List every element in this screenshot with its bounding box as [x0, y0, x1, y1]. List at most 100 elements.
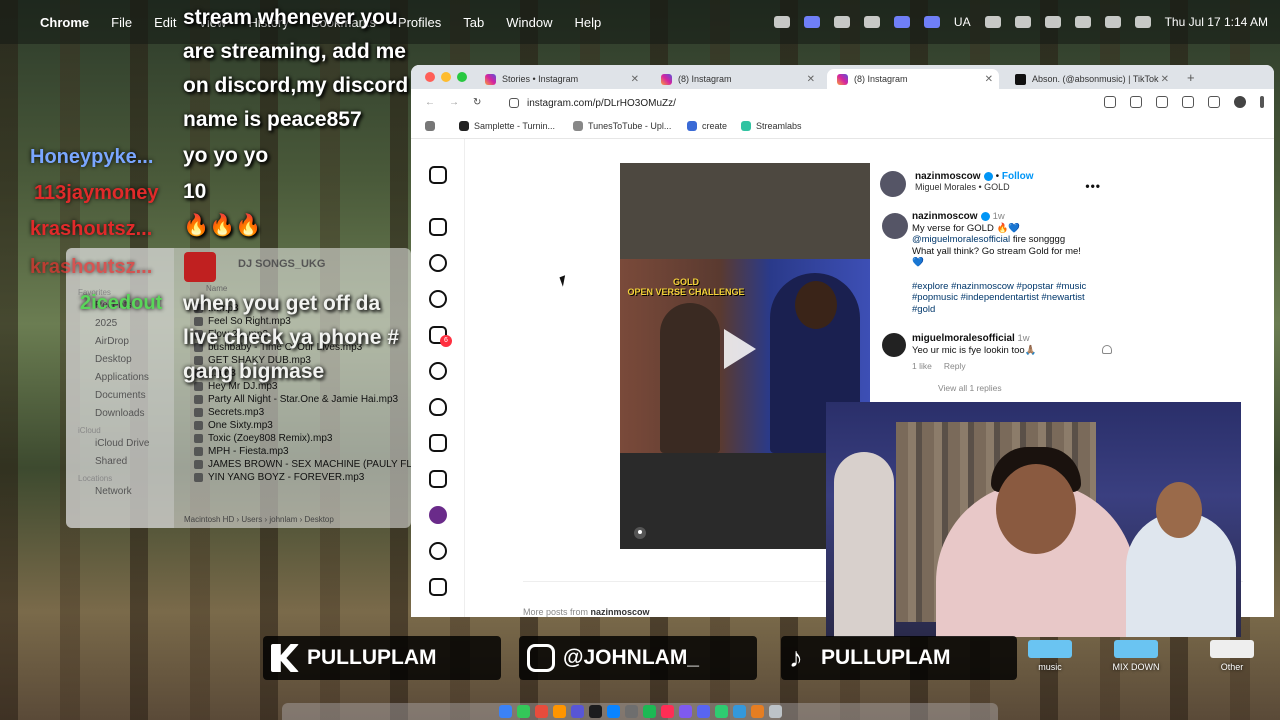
sidebar-item-recents[interactable]: Recents — [95, 300, 174, 311]
column-header-name[interactable]: Name — [206, 284, 227, 293]
file-row[interactable]: Hey Mr DJ.mp3 — [194, 380, 411, 393]
reply-button[interactable]: Reply — [944, 361, 966, 371]
messages-icon[interactable] — [516, 705, 530, 718]
sidebar-item-desktop[interactable]: Desktop — [95, 354, 174, 365]
search-icon[interactable] — [429, 254, 447, 272]
side-panel-icon[interactable] — [1182, 96, 1194, 108]
tab-tiktok[interactable]: Abson. (@absonmusic) | TikTok ✕ — [1005, 69, 1175, 89]
menu-bookmarks[interactable]: Bookmarks — [311, 15, 376, 30]
hashtags[interactable]: #explore #nazinmoscow #popstar #music #p… — [912, 281, 1107, 316]
firefox-icon[interactable] — [552, 705, 566, 718]
path-item[interactable]: Macintosh HD — [184, 515, 234, 524]
comment-likes[interactable]: 1 like — [912, 361, 932, 371]
spotify-icon[interactable] — [642, 705, 656, 718]
window-icon[interactable] — [923, 16, 940, 28]
menu-file[interactable]: File — [111, 15, 132, 30]
back-icon[interactable]: ← — [425, 97, 449, 108]
tab-stories[interactable]: Stories • Instagram ✕ — [475, 69, 645, 89]
view-replies-button[interactable]: View all 1 replies — [938, 383, 1002, 393]
like-comment-icon[interactable] — [1102, 345, 1112, 354]
play-icon[interactable] — [984, 16, 1001, 28]
poster-avatar[interactable] — [880, 171, 906, 197]
more-options-icon[interactable]: ••• — [1085, 179, 1101, 193]
dashboard-icon[interactable] — [429, 470, 447, 488]
bookmark-tunestotube[interactable]: TunesToTube - Upl... — [573, 121, 671, 131]
file-row[interactable]: Toxic (Zoey808 Remix).mp3 — [194, 432, 411, 445]
file-row[interactable]: bushbaby - Time O' Our Lives.mp3 — [194, 341, 411, 354]
sidebar-item-airdrop[interactable]: AirDrop — [95, 336, 174, 347]
menu-view[interactable]: View — [198, 15, 226, 30]
sidebar-item-documents[interactable]: Documents — [95, 390, 174, 401]
tagged-user-icon[interactable] — [634, 527, 646, 539]
app-icon[interactable] — [678, 705, 692, 718]
menu-chrome[interactable]: Chrome — [40, 15, 89, 30]
battery-icon[interactable] — [1014, 16, 1031, 28]
desktop-folder-music[interactable]: music — [1028, 640, 1072, 672]
sidebar-item-applications[interactable]: Applications — [95, 372, 174, 383]
more-posts-user[interactable]: nazinmoscow — [591, 607, 650, 617]
file-row[interactable]: Feel So Right.mp3 — [194, 315, 411, 328]
close-tab-icon[interactable]: ✕ — [985, 74, 993, 85]
post-audio[interactable]: Miguel Morales • GOLD — [915, 182, 1034, 192]
desktop-folder-mixdown[interactable]: MIX DOWN — [1104, 640, 1168, 672]
site-info-icon[interactable] — [509, 98, 519, 108]
new-tab-button[interactable]: + — [1187, 70, 1195, 85]
app-icon[interactable] — [588, 705, 602, 718]
menu-history[interactable]: History — [248, 15, 288, 30]
control-center-icon[interactable] — [1134, 16, 1151, 28]
sidebar-item-downloads[interactable]: Downloads — [95, 408, 174, 419]
file-row[interactable]: Party All Night - Star.One & Jamie Hai.m… — [194, 393, 411, 406]
heart-icon[interactable] — [429, 398, 447, 416]
play-icon[interactable] — [724, 329, 756, 369]
app-icon[interactable] — [570, 705, 584, 718]
instagram-logo-icon[interactable] — [429, 166, 447, 184]
discord-icon[interactable] — [696, 705, 710, 718]
menu-tab[interactable]: Tab — [463, 15, 484, 30]
profile-avatar[interactable] — [429, 506, 447, 524]
focus-icon[interactable] — [1074, 16, 1091, 28]
profile-avatar[interactable] — [1234, 96, 1246, 108]
file-row[interactable]: GET SHAKY DUB.mp3 — [194, 354, 411, 367]
wifi-icon[interactable] — [1044, 16, 1061, 28]
sidebar-item-icloud-drive[interactable]: iCloud Drive — [95, 438, 174, 449]
file-row[interactable]: Flow 2 ...mp3 — [194, 328, 411, 341]
app-icon[interactable] — [863, 16, 880, 28]
display-icon[interactable] — [803, 16, 820, 28]
vlc-icon[interactable] — [750, 705, 764, 718]
sidebar-item-2025[interactable]: 2025 — [95, 318, 174, 329]
bookmark-star-icon[interactable] — [1130, 96, 1142, 108]
file-row[interactable]: One Sixty.mp3 — [194, 419, 411, 432]
messages-icon[interactable] — [429, 362, 447, 380]
path-item[interactable]: Desktop — [304, 515, 333, 524]
music-icon[interactable] — [660, 705, 674, 718]
poster-username[interactable]: nazinmoscow — [915, 171, 981, 182]
trash-icon[interactable] — [768, 705, 782, 718]
desktop-folder-other[interactable]: Other — [1210, 640, 1254, 672]
app-icon[interactable] — [714, 705, 728, 718]
input-language[interactable]: UA — [954, 15, 971, 29]
extensions-icon[interactable] — [1156, 96, 1168, 108]
menu-window[interactable]: Window — [506, 15, 552, 30]
minimize-window-button[interactable] — [441, 72, 451, 82]
menu-help[interactable]: Help — [575, 15, 602, 30]
chrome-icon[interactable] — [534, 705, 548, 718]
file-row[interactable]: Secrets.mp3 — [194, 406, 411, 419]
address-bar[interactable]: instagram.com/p/DLrHO3OMuZz/ — [527, 98, 676, 109]
clock[interactable]: Thu Jul 17 1:14 AM — [1165, 15, 1268, 29]
path-item[interactable]: Users — [241, 515, 262, 524]
mention-link[interactable]: @miguelmoralesofficial — [912, 234, 1010, 245]
create-icon[interactable] — [429, 434, 447, 452]
follow-button[interactable]: Follow — [1002, 171, 1034, 182]
more-icon[interactable] — [429, 578, 447, 596]
safari-icon[interactable] — [606, 705, 620, 718]
bookmark-create[interactable]: create — [687, 121, 727, 131]
close-window-button[interactable] — [425, 72, 435, 82]
app-icon[interactable] — [732, 705, 746, 718]
explore-icon[interactable] — [429, 290, 447, 308]
file-row[interactable]: MPH - Fiesta.mp3 — [194, 445, 411, 458]
menu-edit[interactable]: Edit — [154, 15, 176, 30]
search-icon[interactable] — [1104, 16, 1121, 28]
close-tab-icon[interactable]: ✕ — [807, 74, 815, 85]
close-tab-icon[interactable]: ✕ — [1161, 74, 1169, 85]
reload-icon[interactable]: ↻ — [473, 97, 495, 108]
